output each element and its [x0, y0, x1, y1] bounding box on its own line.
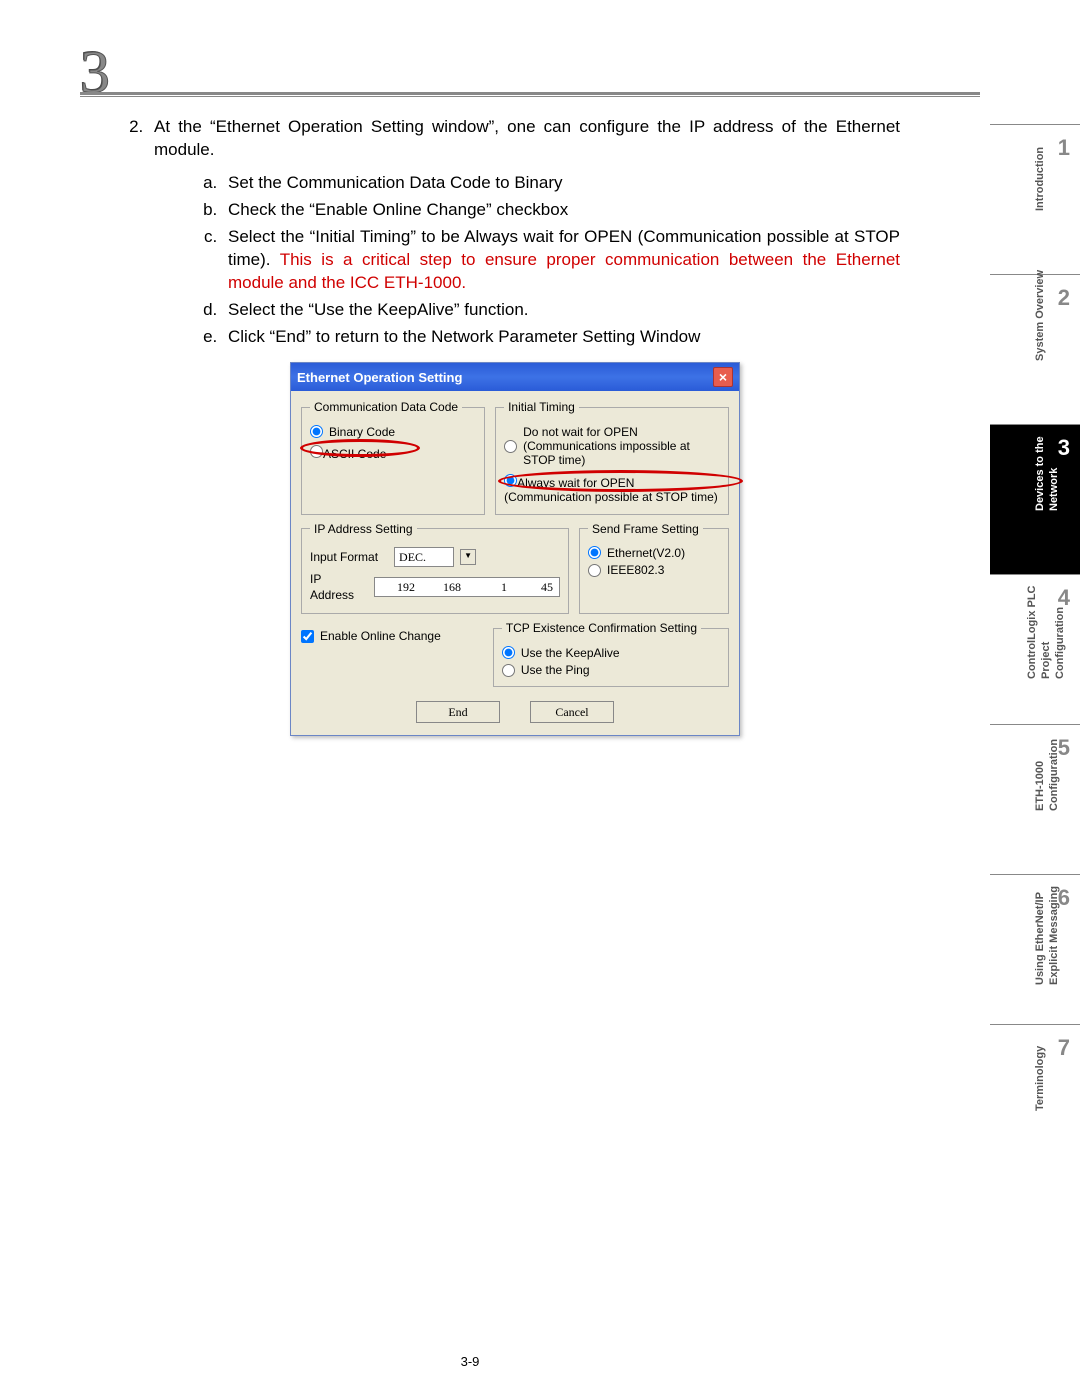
init-timing-legend: Initial Timing	[504, 399, 579, 415]
ping-label: Use the Ping	[521, 663, 590, 677]
keepalive-radio[interactable]: Use the KeepAlive	[502, 646, 720, 660]
tab-num: 1	[1058, 135, 1070, 161]
ip-seg-2[interactable]: 1	[467, 579, 513, 595]
step-a: Set the Communication Data Code to Binar…	[222, 172, 900, 195]
timing-opt1-input[interactable]	[504, 440, 517, 453]
ethernet-dialog: Ethernet Operation Setting × Communicati…	[290, 362, 740, 736]
tab-3[interactable]: 3 Devices to the Network	[990, 424, 1080, 574]
input-format-label: Input Format	[310, 549, 378, 565]
send-frame-legend: Send Frame Setting	[588, 521, 703, 537]
tab-5[interactable]: 5 ETH-1000 Configuration	[990, 724, 1080, 874]
tab-label-1: ETH-1000	[1034, 691, 1046, 811]
tab-num: 2	[1058, 285, 1070, 311]
step-d: Select the “Use the KeepAlive” function.	[222, 299, 900, 322]
tab-label-3: Configuration	[1054, 559, 1066, 679]
eth-label: Ethernet(V2.0)	[607, 546, 685, 560]
cancel-button[interactable]: Cancel	[530, 701, 614, 723]
binary-label: Binary Code	[329, 425, 395, 439]
ping-radio[interactable]: Use the Ping	[502, 663, 720, 677]
tab-label-2: Project	[1040, 559, 1052, 679]
step-c-red: This is a critical step to ensure proper…	[228, 250, 900, 292]
step-e: Click “End” to return to the Network Par…	[222, 326, 900, 349]
binary-radio-input[interactable]	[310, 425, 323, 438]
enable-online-label: Enable Online Change	[320, 628, 441, 644]
ip-label: IP Address	[310, 571, 354, 603]
tab-label: Terminology	[1034, 991, 1046, 1111]
tab-7[interactable]: 7 Terminology	[990, 1024, 1080, 1174]
ieee-radio-input[interactable]	[588, 564, 601, 577]
tcp-exist-legend: TCP Existence Confirmation Setting	[502, 620, 701, 636]
ip-legend: IP Address Setting	[310, 521, 417, 537]
ip-seg-0[interactable]: 192	[375, 579, 421, 595]
tab-num: 7	[1058, 1035, 1070, 1061]
end-button[interactable]: End	[416, 701, 500, 723]
chevron-down-icon[interactable]: ▼	[460, 549, 476, 565]
format-value: DEC.	[399, 549, 426, 565]
tab-label-2: Network	[1048, 391, 1060, 511]
close-icon[interactable]: ×	[713, 367, 733, 387]
ascii-radio[interactable]: ASCII Code	[310, 445, 386, 461]
ascii-label: ASCII Code	[323, 447, 386, 461]
ip-seg-3[interactable]: 45	[513, 579, 559, 595]
timing-opt1[interactable]: Do not wait for OPEN (Communications imp…	[504, 425, 720, 468]
tab-label-1: ControlLogix PLC	[1026, 559, 1038, 679]
keepalive-radio-input[interactable]	[502, 646, 515, 659]
ieee-label: IEEE802.3	[607, 563, 664, 577]
sidebar-tabs: 1 Introduction 2 System Overview 3 Devic…	[990, 124, 1080, 1174]
enable-online-input[interactable]	[301, 630, 314, 643]
timing-opt1-label: Do not wait for OPEN (Communications imp…	[523, 425, 720, 468]
init-timing-group: Initial Timing Do not wait for OPEN (Com…	[495, 399, 729, 514]
ip-input[interactable]: 192 168 1 45	[374, 577, 560, 597]
step-b: Check the “Enable Online Change” checkbo…	[222, 199, 900, 222]
main-content: At the “Ethernet Operation Setting windo…	[130, 116, 900, 736]
comm-code-legend: Communication Data Code	[310, 399, 462, 415]
eth-radio[interactable]: Ethernet(V2.0)	[588, 546, 720, 560]
ip-seg-1[interactable]: 168	[421, 579, 467, 595]
ping-radio-input[interactable]	[502, 664, 515, 677]
dialog-title: Ethernet Operation Setting	[297, 369, 462, 387]
step-2: At the “Ethernet Operation Setting windo…	[148, 116, 900, 348]
ascii-radio-input[interactable]	[310, 445, 323, 458]
ieee-radio[interactable]: IEEE802.3	[588, 563, 720, 577]
tcp-exist-group: TCP Existence Confirmation Setting Use t…	[493, 620, 729, 687]
step-2-text: At the “Ethernet Operation Setting windo…	[154, 117, 900, 159]
ip-setting-group: IP Address Setting Input Format DEC. ▼ I…	[301, 521, 569, 615]
timing-opt2-label: Always wait for OPEN (Communication poss…	[504, 476, 718, 504]
rule	[80, 92, 980, 97]
step-c: Select the “Initial Timing” to be Always…	[222, 226, 900, 295]
step-list: At the “Ethernet Operation Setting windo…	[148, 116, 900, 348]
keepalive-label: Use the KeepAlive	[521, 646, 620, 660]
eth-radio-input[interactable]	[588, 546, 601, 559]
page-number: 3-9	[0, 1354, 940, 1369]
comm-code-group: Communication Data Code Binary Code ASCI…	[301, 399, 485, 514]
substeps: Set the Communication Data Code to Binar…	[222, 172, 900, 349]
timing-opt2[interactable]: Always wait for OPEN (Communication poss…	[504, 474, 720, 505]
tab-label-1: Using EtherNet/IP	[1034, 865, 1046, 985]
tab-label-2: Explicit Messaging	[1048, 865, 1060, 985]
enable-online-check[interactable]: Enable Online Change	[301, 628, 483, 644]
timing-opt2-input[interactable]	[504, 474, 517, 487]
send-frame-group: Send Frame Setting Ethernet(V2.0) IEEE80…	[579, 521, 729, 615]
tab-label-1: Devices to the	[1034, 391, 1046, 511]
tab-label: Introduction	[1034, 91, 1046, 211]
dialog-titlebar: Ethernet Operation Setting ×	[291, 363, 739, 391]
format-select[interactable]: DEC.	[394, 547, 454, 567]
tab-label: System Overview	[1034, 241, 1046, 361]
tab-label-2: Configuration	[1048, 691, 1060, 811]
binary-radio[interactable]: Binary Code	[310, 425, 476, 439]
